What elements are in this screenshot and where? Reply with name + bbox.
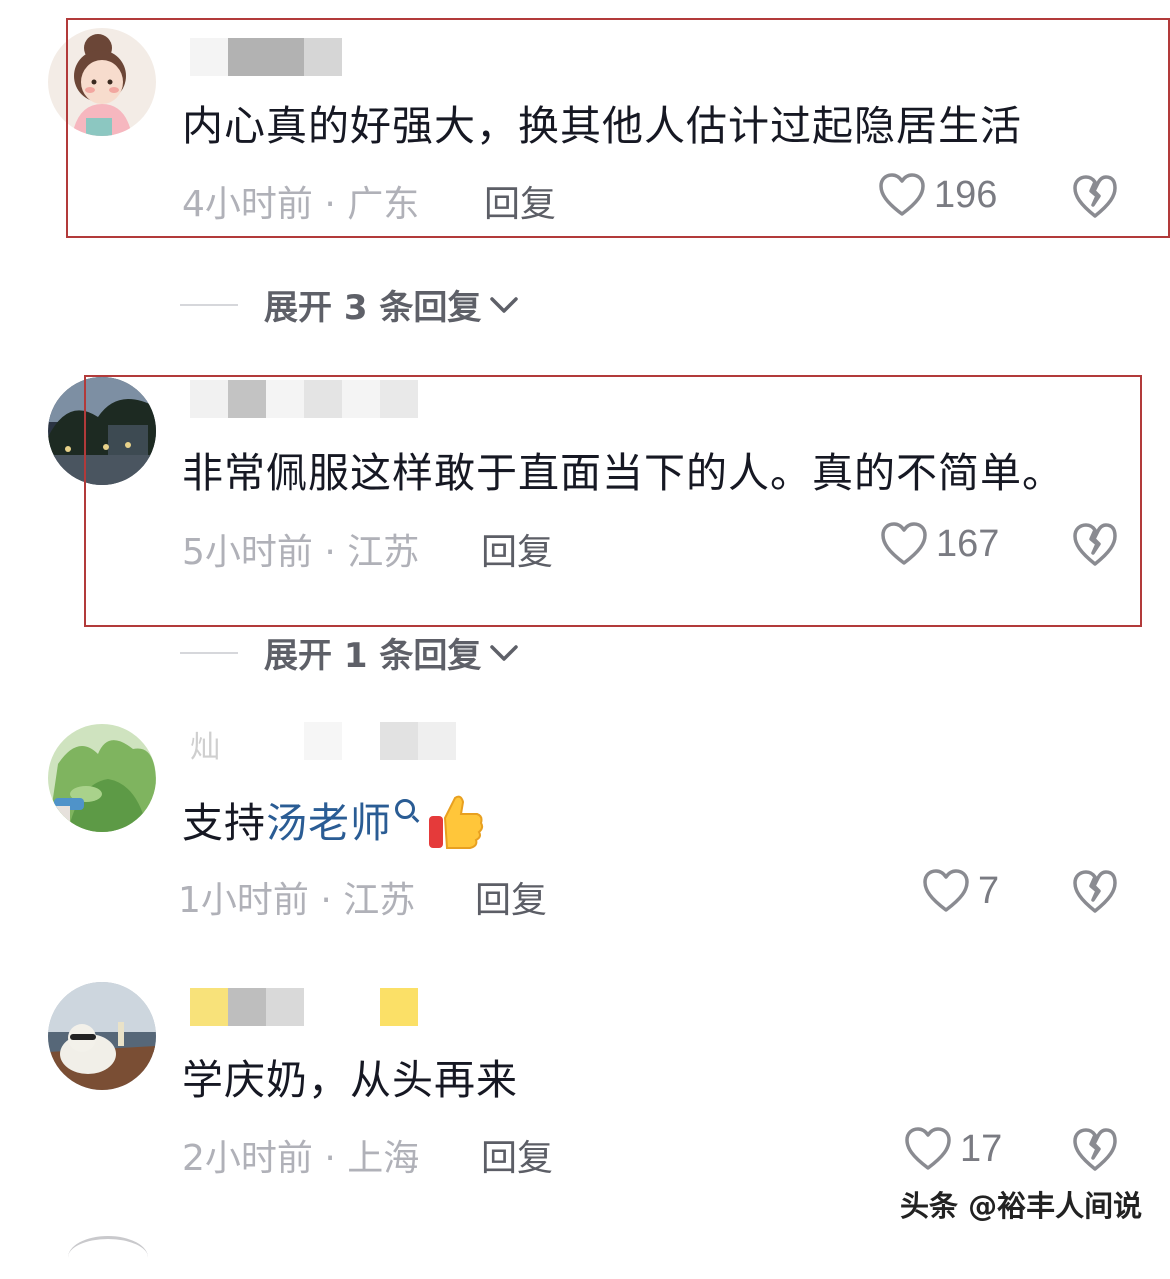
divider-line [180,651,238,654]
avatar[interactable] [48,982,156,1090]
comment-meta: 2小时前 · 上海 [182,1138,420,1179]
comment-text-prefix: 支持 [182,799,266,847]
like-count: 17 [960,1127,1003,1170]
avatar-image [48,724,156,832]
reply-button[interactable]: 回复 [481,1129,553,1181]
watermark: 头条 @裕丰人间说 [900,1189,1143,1223]
dislike-button[interactable] [1072,869,1118,919]
like-button[interactable]: 7 [922,868,999,914]
heart-outline-icon [923,869,969,912]
comment-text: 支持汤老师 [182,795,485,856]
heart-outline-icon [905,1127,951,1170]
comment-text: 学庆奶，从头再来 [182,1056,518,1104]
expand-replies-label: 展开 1 条回复 [264,636,482,676]
broken-heart-icon [1073,1128,1117,1171]
comment-meta: 1小时前 · 江苏 [178,880,416,921]
expand-replies-button[interactable]: 展开 3 条回复 [180,280,519,329]
avatar[interactable] [48,724,156,832]
reply-button[interactable]: 回复 [475,871,547,923]
highlight-box [66,18,1170,238]
avatar-image [48,982,156,1090]
expand-replies-button[interactable]: 展开 1 条回复 [180,628,519,677]
search-icon [395,799,415,819]
mention-link[interactable]: 汤老师 [266,799,392,847]
like-count: 7 [978,869,1000,912]
expand-replies-label: 展开 3 条回复 [264,288,482,328]
highlight-box [84,375,1142,627]
chevron-down-icon [490,644,519,661]
like-button[interactable]: 17 [904,1126,1002,1172]
dislike-button[interactable] [1072,1127,1118,1177]
divider-line [180,303,238,306]
chevron-down-icon [490,296,519,313]
thumbs-up-emoji-icon [429,795,484,849]
next-avatar-edge [68,1236,148,1279]
broken-heart-icon [1073,870,1117,913]
